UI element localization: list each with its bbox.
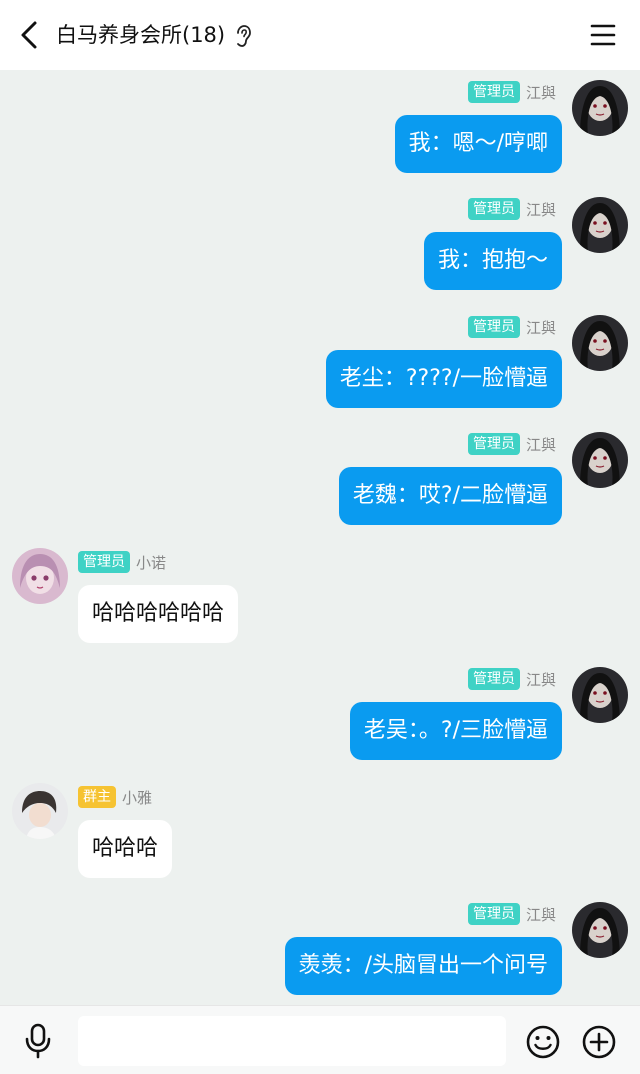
sender-name[interactable]: 江與 bbox=[526, 669, 556, 690]
sender-name[interactable]: 江與 bbox=[526, 317, 556, 338]
message-list[interactable]: 管理员 江與 我：嗯～/哼唧 管理员 江與 我：抱抱～ 管理员 江與 老尘：????/一脸懵逼管… bbox=[0, 70, 640, 1005]
admin-badge: 管理员 bbox=[467, 81, 520, 103]
sender-name[interactable]: 小诺 bbox=[136, 552, 166, 573]
group-title: 白马养身会所(18) bbox=[56, 23, 226, 47]
admin-badge: 管理员 bbox=[467, 433, 520, 455]
sender-name[interactable]: 江與 bbox=[526, 904, 556, 925]
input-bar bbox=[0, 1005, 640, 1074]
sender-name[interactable]: 江與 bbox=[526, 434, 556, 455]
message-input[interactable] bbox=[78, 1016, 506, 1066]
avatar[interactable] bbox=[12, 548, 68, 604]
admin-badge: 管理员 bbox=[78, 551, 130, 573]
sender-meta: 管理员 江與 bbox=[467, 80, 556, 104]
message-row: 管理员 江與老魏：哎?/二脸懵逼 bbox=[0, 422, 640, 539]
message-row: 管理员 江與我：抱抱～ bbox=[0, 187, 640, 304]
avatar[interactable] bbox=[12, 783, 68, 839]
avatar[interactable] bbox=[572, 315, 628, 371]
message-row: 管理员 小诺哈哈哈哈哈哈 bbox=[0, 540, 640, 657]
sender-meta: 管理员 江與 bbox=[467, 902, 556, 926]
message-row: 群主 小雅哈哈哈 bbox=[0, 775, 640, 892]
admin-badge: 管理员 bbox=[467, 668, 520, 690]
voice-button[interactable] bbox=[22, 1023, 54, 1059]
admin-badge: 管理员 bbox=[467, 198, 520, 220]
menu-button[interactable] bbox=[590, 22, 616, 48]
hamburger-menu-icon bbox=[590, 24, 616, 46]
message-bubble[interactable]: 羡羡：/头脑冒出一个问号 bbox=[284, 937, 562, 995]
more-actions-button[interactable] bbox=[582, 1025, 616, 1059]
message-bubble[interactable]: 老魏：哎?/二脸懵逼 bbox=[338, 467, 562, 525]
chat-header: 白马养身会所(18) bbox=[0, 0, 640, 70]
chevron-left-icon bbox=[21, 21, 37, 49]
sender-meta: 管理员 小诺 bbox=[78, 550, 166, 574]
microphone-icon bbox=[25, 1023, 51, 1059]
back-button[interactable] bbox=[14, 19, 44, 51]
message-bubble[interactable]: 老尘：????/一脸懵逼 bbox=[325, 350, 562, 408]
message-bubble[interactable]: 我：嗯～/哼唧 bbox=[394, 115, 562, 173]
sender-meta: 管理员 江與 bbox=[467, 667, 556, 691]
emoji-button[interactable] bbox=[526, 1025, 560, 1059]
sender-meta: 群主 小雅 bbox=[78, 785, 152, 809]
sender-name[interactable]: 江與 bbox=[526, 199, 556, 220]
ear-icon[interactable] bbox=[234, 24, 252, 48]
sender-meta: 管理员 江與 bbox=[467, 197, 556, 221]
admin-badge: 管理员 bbox=[467, 316, 520, 338]
plus-circle-icon bbox=[582, 1025, 616, 1059]
sender-name[interactable]: 小雅 bbox=[122, 787, 152, 808]
avatar[interactable] bbox=[572, 80, 628, 136]
message-bubble[interactable]: 哈哈哈 bbox=[78, 820, 173, 878]
message-row: 管理员 江與老尘：????/一脸懵逼 bbox=[0, 305, 640, 422]
message-row: 管理员 江與羡羡：/头脑冒出一个问号 bbox=[0, 892, 640, 1005]
sender-meta: 管理员 江與 bbox=[467, 315, 556, 339]
message-row: 管理员 江與我：嗯～/哼唧 bbox=[0, 70, 640, 187]
admin-badge: 管理员 bbox=[467, 903, 520, 925]
sender-meta: 管理员 江與 bbox=[467, 432, 556, 456]
smiley-icon bbox=[526, 1025, 560, 1059]
message-row: 管理员 江與老吴：。?/三脸懵逼 bbox=[0, 657, 640, 774]
avatar[interactable] bbox=[572, 902, 628, 958]
message-bubble[interactable]: 老吴：。?/三脸懵逼 bbox=[349, 702, 562, 760]
avatar[interactable] bbox=[572, 197, 628, 253]
sender-name[interactable]: 江與 bbox=[526, 82, 556, 103]
avatar[interactable] bbox=[572, 432, 628, 488]
avatar[interactable] bbox=[572, 667, 628, 723]
message-bubble[interactable]: 哈哈哈哈哈哈 bbox=[78, 585, 239, 643]
message-bubble[interactable]: 我：抱抱～ bbox=[423, 232, 562, 290]
owner-badge: 群主 bbox=[78, 786, 116, 808]
